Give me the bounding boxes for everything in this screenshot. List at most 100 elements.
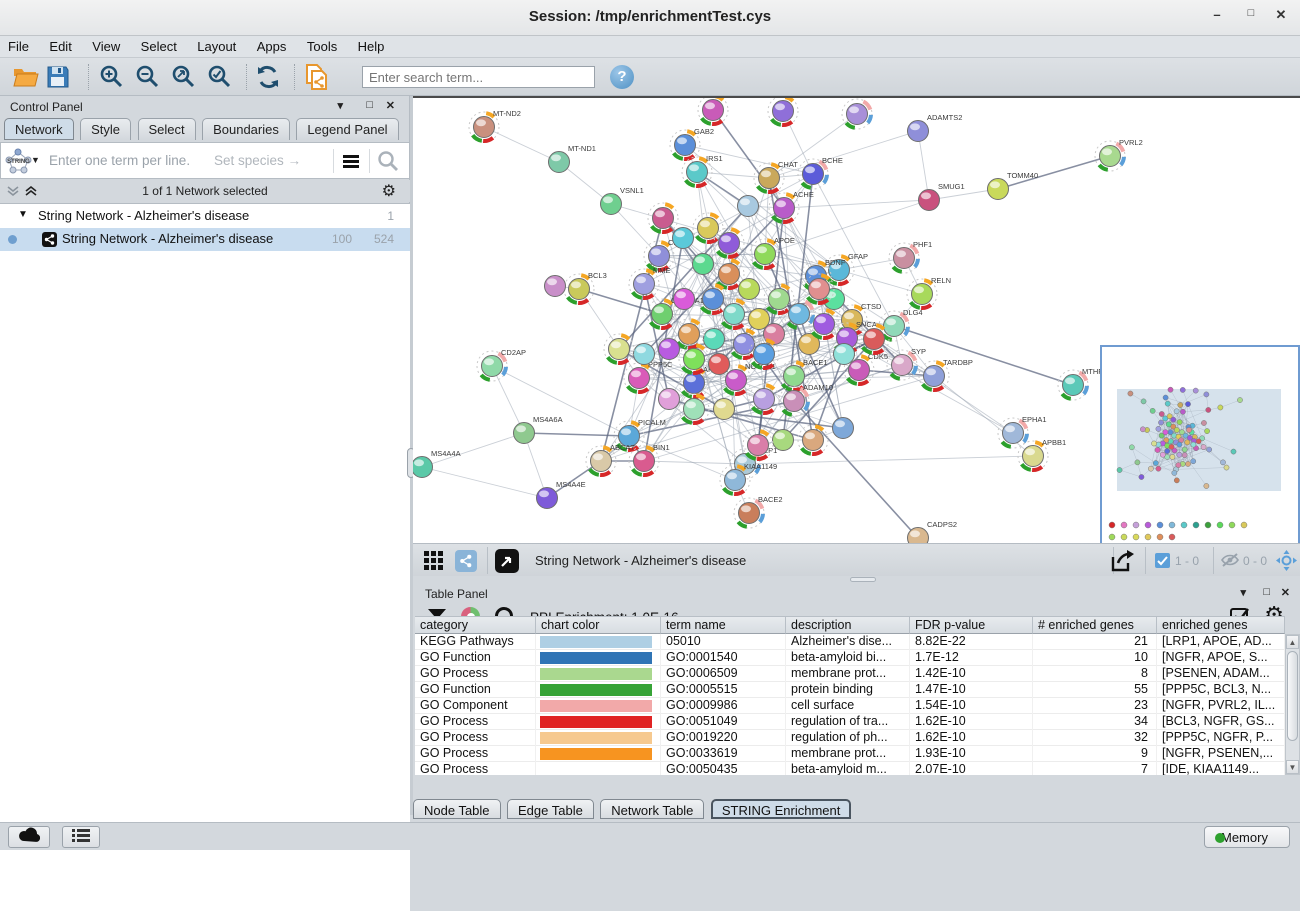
string-query-placeholder[interactable]: Enter one term per line. (49, 153, 190, 168)
string-menu-icon[interactable] (333, 149, 367, 173)
zoom-fit-icon[interactable] (170, 63, 198, 91)
protein-node[interactable] (833, 418, 854, 439)
enrichment-row[interactable]: GO ProcessGO:0006509membrane prot...1.42… (415, 666, 1285, 682)
network-canvas[interactable]: MT-ND2MT-ND1VSNL1GAB2ADAMTS2PVRL2TOMM40S… (413, 96, 1300, 543)
close-button[interactable]: ✕ (1268, 7, 1294, 27)
protein-node[interactable] (714, 399, 735, 420)
protein-node[interactable] (545, 276, 566, 297)
column-header-term-name[interactable]: term name (661, 616, 786, 634)
protein-node[interactable] (749, 384, 779, 414)
protein-node-GFAP[interactable]: GFAP (824, 252, 868, 285)
save-session-icon[interactable] (44, 63, 72, 91)
protein-node-PHF1[interactable]: PHF1 (889, 240, 932, 273)
zoom-out-icon[interactable] (134, 63, 162, 91)
tab-network[interactable]: Network (4, 118, 74, 140)
panel-float-icon[interactable]: □ (1263, 586, 1270, 598)
task-list-icon[interactable] (62, 826, 100, 848)
protein-node[interactable] (693, 213, 723, 243)
protein-node-MS4A4E[interactable]: MS4A4E (537, 480, 586, 509)
panel-close-icon[interactable]: ✕ (1281, 586, 1290, 599)
panel-close-icon[interactable]: ✕ (386, 99, 395, 112)
enrichment-row[interactable]: GO ProcessGO:0019220regulation of ph...1… (415, 730, 1285, 746)
menu-apps[interactable]: Apps (249, 36, 295, 54)
open-in-window-icon[interactable] (495, 549, 519, 573)
column-header--enriched-genes[interactable]: # enriched genes (1033, 616, 1157, 634)
enrichment-table[interactable]: KEGG Pathways05010Alzheimer's dise...8.8… (415, 634, 1285, 775)
menu-layout[interactable]: Layout (189, 36, 244, 54)
share-view-icon[interactable] (455, 550, 477, 572)
protein-node-CD2AP[interactable]: CD2AP (477, 348, 526, 381)
protein-node-DLG4[interactable]: DLG4 (879, 308, 923, 341)
protein-node-BCHE[interactable]: BCHE (798, 156, 843, 189)
column-header-enriched-genes[interactable]: enriched genes (1157, 616, 1285, 634)
protein-node[interactable] (709, 354, 730, 375)
protein-node[interactable] (674, 289, 695, 310)
protein-node-MT-ND1[interactable]: MT-ND1 (549, 144, 596, 173)
network-options-gear-icon[interactable]: ⚙ (382, 181, 396, 201)
protein-node[interactable] (714, 228, 744, 258)
maximize-button[interactable]: □ (1238, 7, 1264, 27)
tab-legend-panel[interactable]: Legend Panel (296, 118, 398, 140)
protein-node[interactable] (842, 99, 872, 129)
protein-node[interactable] (809, 309, 839, 339)
minimize-button[interactable]: – (1204, 7, 1230, 27)
string-search-icon[interactable] (369, 149, 403, 173)
menu-file[interactable]: File (0, 36, 37, 54)
menu-select[interactable]: Select (133, 36, 185, 54)
protein-node[interactable] (743, 430, 773, 460)
hidden-count-eye-icon[interactable] (1221, 552, 1239, 568)
protein-node[interactable] (673, 228, 694, 249)
zoom-selected-icon[interactable] (206, 63, 234, 91)
navigate-crosshair-icon[interactable] (1276, 550, 1297, 571)
protein-node-APOE[interactable]: APOE (750, 236, 795, 269)
memory-button[interactable]: Memory (1204, 826, 1290, 848)
search-input[interactable] (362, 66, 595, 88)
protein-node[interactable] (738, 196, 759, 217)
protein-node-SMUG1[interactable]: SMUG1 (919, 182, 965, 211)
protein-node-CADPS2[interactable]: CADPS2 (908, 520, 958, 543)
protein-node-CHAT[interactable]: CHAT (754, 160, 798, 193)
export-network-icon[interactable] (1107, 547, 1137, 575)
protein-node-MT-ND2[interactable]: MT-ND2 (469, 109, 521, 142)
protein-node-MS4A4A[interactable]: MS4A4A (413, 449, 461, 478)
automation-cloud-icon[interactable] (8, 826, 50, 848)
protein-node-VSNL1[interactable]: VSNL1 (601, 186, 644, 215)
protein-node[interactable] (698, 98, 728, 125)
protein-node[interactable] (648, 203, 678, 233)
protein-node[interactable] (704, 329, 725, 350)
tab-boundaries[interactable]: Boundaries (202, 118, 290, 140)
protein-node[interactable] (798, 425, 828, 455)
protein-node[interactable] (693, 254, 714, 275)
protein-node[interactable] (604, 334, 634, 364)
column-header-description[interactable]: description (786, 616, 910, 634)
tree-expand-icon[interactable]: ▼ (18, 209, 28, 220)
refresh-icon[interactable] (254, 63, 282, 91)
enrichment-row[interactable]: GO ProcessGO:0050435beta-amyloid m...2.0… (415, 762, 1285, 775)
enrichment-row[interactable]: KEGG Pathways05010Alzheimer's dise...8.8… (415, 634, 1285, 650)
enrichment-row[interactable]: GO FunctionGO:0001540beta-amyloid bi...1… (415, 650, 1285, 666)
protein-node[interactable] (659, 339, 680, 360)
panel-float-icon[interactable]: □ (366, 99, 373, 111)
protein-node-ADAMTS2[interactable]: ADAMTS2 (908, 113, 963, 142)
copy-network-icon[interactable] (302, 63, 330, 91)
splitter-grip[interactable] (850, 577, 876, 582)
protein-node-RELN[interactable]: RELN (907, 276, 951, 309)
protein-node-BACE2[interactable]: BACE2 (734, 495, 783, 528)
table-scrollbar[interactable]: ▲ ▼ (1285, 634, 1300, 775)
scroll-down-icon[interactable]: ▼ (1286, 760, 1299, 774)
protein-node[interactable] (773, 430, 794, 451)
protein-node[interactable] (739, 279, 760, 300)
column-header-category[interactable]: category (415, 616, 536, 634)
string-dropdown-caret-icon[interactable]: ▼ (31, 155, 40, 165)
horizontal-splitter[interactable] (413, 576, 1300, 583)
panel-menu-icon[interactable]: ▾ (337, 99, 343, 112)
protein-node[interactable] (659, 389, 680, 410)
protein-node[interactable] (634, 344, 655, 365)
tab-network-table[interactable]: Network Table (600, 799, 704, 819)
birdseye-view[interactable] (1100, 345, 1300, 545)
tab-style[interactable]: Style (80, 118, 131, 140)
open-session-icon[interactable] (12, 63, 40, 91)
enrichment-row[interactable]: GO ComponentGO:0009986cell surface1.54E-… (415, 698, 1285, 714)
menu-help[interactable]: Help (350, 36, 393, 54)
species-hint[interactable]: Set species → (214, 153, 301, 168)
